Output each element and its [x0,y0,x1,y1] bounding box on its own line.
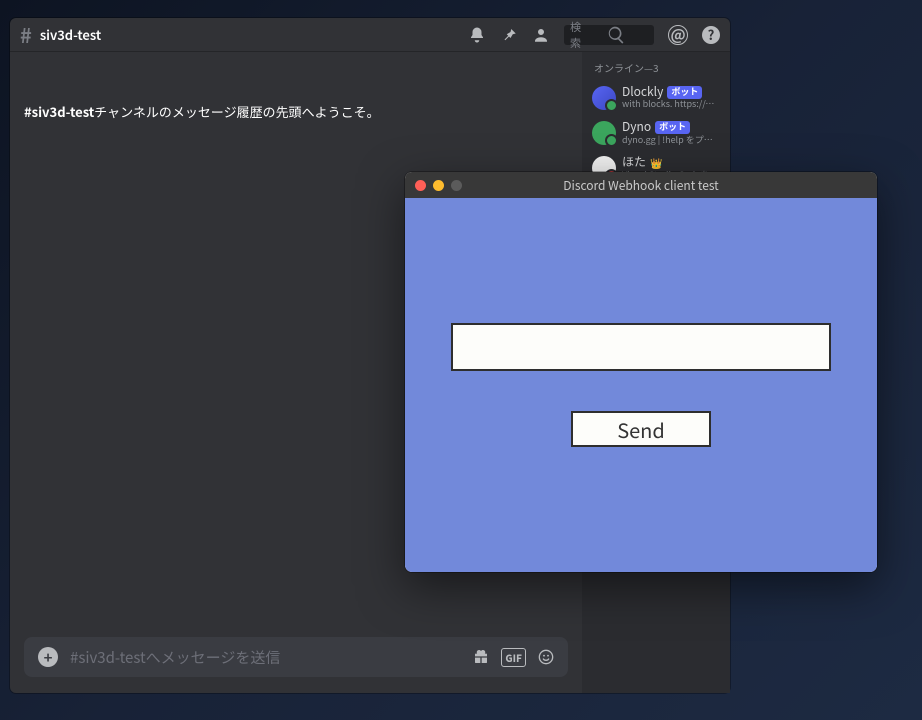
gif-icon[interactable]: GIF [501,648,526,667]
pin-icon[interactable] [500,26,518,44]
avatar [592,121,616,145]
member-status: with blocks. https://dlockly.gl… [622,99,720,110]
members-heading: オンライン—3 [588,60,724,75]
minimize-icon[interactable] [433,180,444,191]
window-title: Discord Webhook client test [405,177,877,194]
help-icon[interactable]: ? [702,26,720,44]
webhook-client-window: Discord Webhook client test Send [405,172,877,572]
crown-icon: 👑 [650,157,662,169]
attach-icon[interactable]: + [38,647,58,667]
avatar [592,86,616,110]
channel-welcome-text: #siv3d-testチャンネルのメッセージ履歴の先頭へようこそ。 [24,102,568,121]
send-button[interactable]: Send [571,411,711,447]
member-row[interactable]: Dlockly ボット with blocks. https://dlockly… [588,83,724,112]
member-status: dyno.gg | !help をプレイ中 [622,135,720,146]
search-icon [585,25,648,45]
client-body: Send [405,198,877,572]
member-name: Dyno [622,120,651,134]
bell-icon[interactable] [468,26,486,44]
hash-icon: # [20,20,32,49]
close-icon[interactable] [415,180,426,191]
mentions-icon[interactable]: @ [668,25,688,45]
gift-icon[interactable] [473,649,489,665]
bot-badge: ボット [667,86,702,99]
member-row[interactable]: Dyno ボット dyno.gg | !help をプレイ中 [588,118,724,147]
titlebar[interactable]: Discord Webhook client test [405,172,877,198]
channel-name: siv3d-test [40,25,101,44]
bot-badge: ボット [655,121,690,134]
zoom-icon[interactable] [451,180,462,191]
search-placeholder: 検索 [570,19,581,51]
member-name: ほた [622,155,646,169]
search-input[interactable]: 検索 [564,25,654,45]
message-composer[interactable]: + #siv3d-testへメッセージを送信 GIF [24,637,568,677]
member-name: Dlockly [622,85,663,99]
members-icon[interactable] [532,26,550,44]
composer-placeholder: #siv3d-testへメッセージを送信 [70,647,461,668]
welcome-suffix: チャンネルのメッセージ履歴の先頭へようこそ。 [94,102,379,121]
channel-header: # siv3d-test 検索 @ ? [10,18,730,52]
welcome-channel-name: #siv3d-test [24,102,94,121]
traffic-lights [405,180,462,191]
emoji-icon[interactable] [538,649,554,665]
header-toolbar: 検索 @ ? [468,25,720,45]
message-input[interactable] [451,323,831,371]
